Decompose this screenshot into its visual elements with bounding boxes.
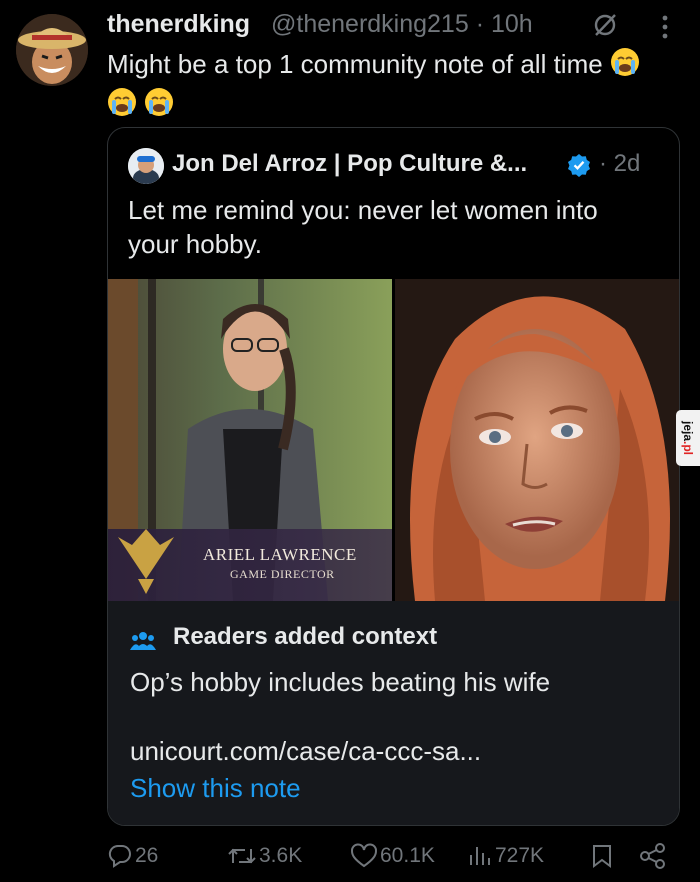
tweet-header: thenerdking @thenerdking215 · 10h [107,10,677,44]
repost-count: 3.6K [259,844,303,867]
views-chart-icon [470,847,490,865]
tweet-actions: 26 3.6K 60.1K 727K [107,843,677,875]
readers-people-icon [130,630,156,657]
reply-count: 26 [135,844,159,867]
crying-face-emoji [144,87,174,126]
jeja-watermark: jeja.pl [676,410,700,466]
red-haired-character-render[interactable] [395,279,679,601]
verified-badge-icon [567,153,591,182]
note-source-link[interactable]: unicourt.com/case/ca-ccc-sa... [130,736,481,767]
reply-icon [108,844,131,868]
reply-button[interactable]: 26 [107,843,158,869]
quoted-tweet-card[interactable]: Jon Del Arroz | Pop Culture &... · 2d Le… [107,127,680,826]
like-count: 60.1K [380,844,435,867]
watermark-brand: jeja [681,420,695,441]
share-button[interactable] [639,843,667,869]
author-handle-time[interactable]: @thenerdking215 · 10h [271,10,533,39]
straw-hat-avatar-image [16,14,88,86]
more-options-icon[interactable] [659,14,671,45]
share-icon [640,843,665,869]
crying-face-emoji [610,47,640,86]
quoted-time[interactable]: · 2d [599,150,640,178]
views-button[interactable]: 727K [467,843,544,869]
like-button[interactable]: 60.1K [350,843,435,869]
quoted-avatar-image [128,148,164,184]
quoted-text: Let me remind you: never let women into … [128,195,598,259]
crying-face-emoji [107,87,137,126]
author-avatar[interactable] [16,14,88,86]
caption-role: GAME DIRECTOR [230,567,335,581]
view-count: 727K [495,844,545,867]
heart-icon [351,843,377,868]
note-title: Readers added context [173,623,438,650]
bookmark-icon [593,845,611,868]
caption-name: ARIEL LAWRENCE [203,545,357,564]
ariel-lawrence-photo[interactable]: ARIEL LAWRENCE GAME DIRECTOR [108,279,392,601]
author-name[interactable]: thenerdking [107,10,250,39]
tweet-text-content: Might be a top 1 community note of all t… [107,49,603,79]
grok-icon[interactable] [592,12,618,43]
community-note[interactable]: Readers added context Op’s hobby include… [108,601,679,825]
quoted-author-name[interactable]: Jon Del Arroz | Pop Culture &... [172,150,527,178]
repost-button[interactable]: 3.6K [227,843,302,869]
quoted-author-avatar[interactable] [128,148,164,184]
show-note-link[interactable]: Show this note [130,773,301,804]
bookmark-button[interactable] [591,843,613,869]
quoted-media[interactable]: ARIEL LAWRENCE GAME DIRECTOR [108,279,679,601]
note-body: Op’s hobby includes beating his wife [130,667,551,697]
repost-icon [228,848,256,864]
watermark-tld: .pl [681,441,695,455]
tweet-text: Might be a top 1 community note of all t… [107,46,687,126]
